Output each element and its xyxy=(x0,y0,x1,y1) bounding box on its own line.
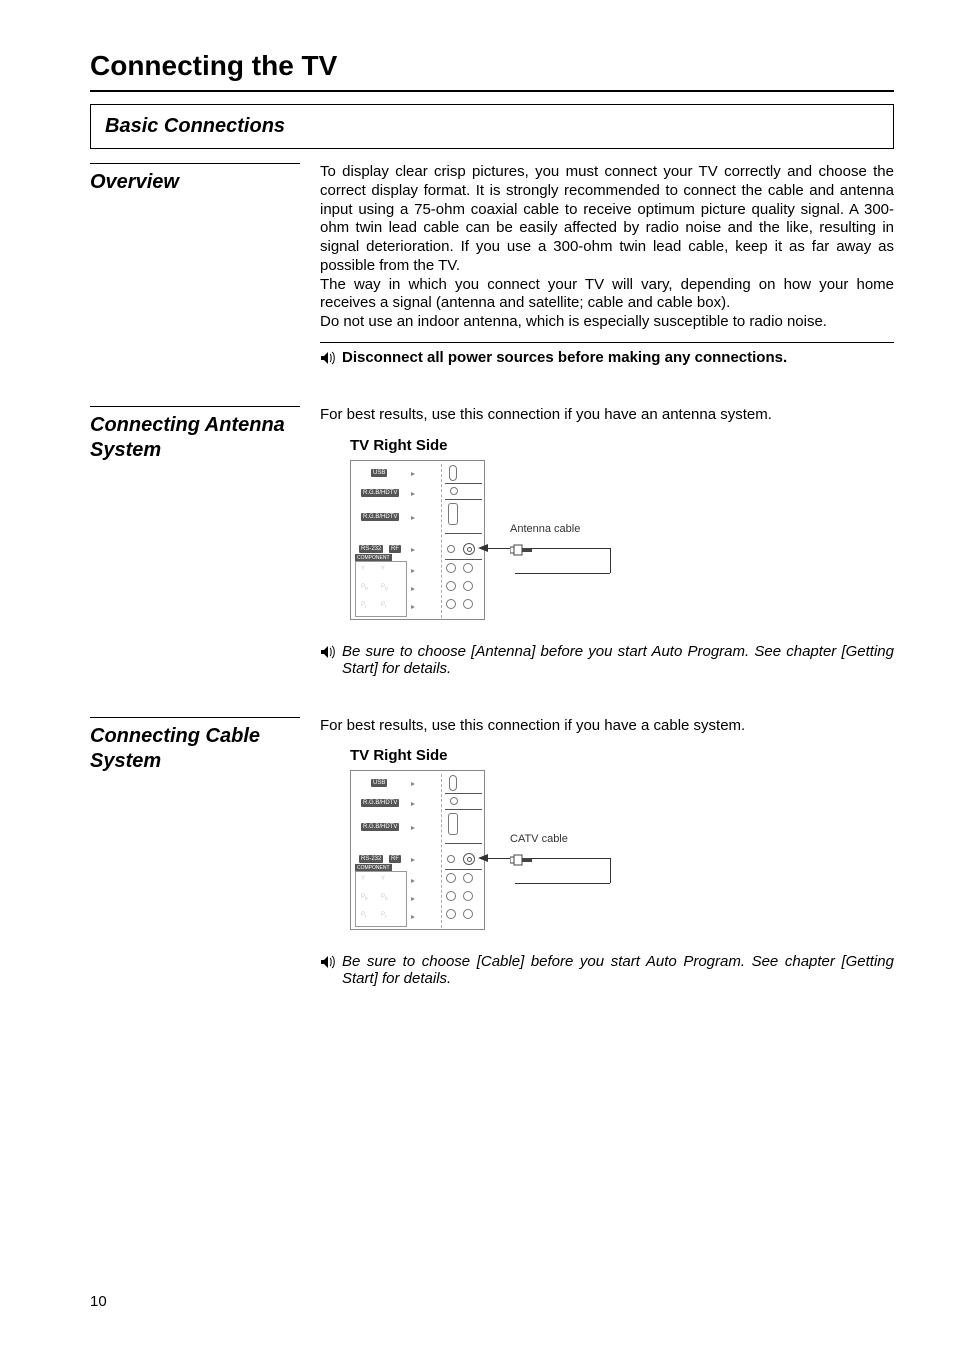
tv-side-panel: USB R.G.B/HDTV R.G.B/HDTV RS-232 RF COMP… xyxy=(350,460,485,620)
usb-port xyxy=(449,465,457,481)
mini-port-2 xyxy=(450,797,458,805)
antenna-intro: For best results, use this connection if… xyxy=(320,406,894,425)
comp2-pr2 xyxy=(463,909,473,919)
speaker-icon xyxy=(320,645,336,659)
overview-note-text: Disconnect all power sources before maki… xyxy=(342,349,787,366)
rf-port xyxy=(463,543,475,555)
usb-label: USB xyxy=(371,469,387,477)
cable-diagram-title: TV Right Side xyxy=(350,747,894,764)
page-title: Connecting the TV xyxy=(90,50,894,82)
comp2-y1 xyxy=(446,873,456,883)
rs232-label: RS-232 xyxy=(359,545,383,553)
comp-y2 xyxy=(463,563,473,573)
antenna-diagram: USB R.G.B/HDTV R.G.B/HDTV RS-232 RF COMP… xyxy=(350,460,670,625)
overview-heading: Overview xyxy=(90,170,300,195)
overview-block: Overview To display clear crisp pictures… xyxy=(90,163,894,366)
rgb1-label-2: R.G.B/HDTV xyxy=(361,799,399,807)
comp2-y2 xyxy=(463,873,473,883)
comp2-pr1 xyxy=(446,909,456,919)
dsub-port xyxy=(448,503,458,525)
antenna-note: Be sure to choose [Antenna] before you s… xyxy=(320,643,894,677)
comp2-pb1 xyxy=(446,891,456,901)
rs232-port xyxy=(447,545,455,553)
cable-rule xyxy=(90,717,300,718)
speaker-icon xyxy=(320,955,336,969)
dsub-port-2 xyxy=(448,813,458,835)
overview-bottom-rule xyxy=(320,342,894,343)
comp-pr2 xyxy=(463,599,473,609)
cable-note-text: Be sure to choose [Cable] before you sta… xyxy=(342,953,894,987)
cable-arrow-2 xyxy=(478,854,488,862)
overview-body: To display clear crisp pictures, you mus… xyxy=(320,163,894,332)
antenna-heading: Connecting Antenna System xyxy=(90,413,300,463)
basic-connections-box: Basic Connections xyxy=(90,104,894,149)
basic-connections-label: Basic Connections xyxy=(105,115,879,138)
cable-heading: Connecting Cable System xyxy=(90,724,300,774)
overview-rule xyxy=(90,163,300,164)
cable-intro: For best results, use this connection if… xyxy=(320,717,894,736)
page-number: 10 xyxy=(90,1293,107,1310)
cable-block: Connecting Cable System For best results… xyxy=(90,717,894,988)
comp-pb2 xyxy=(463,581,473,591)
overview-note: Disconnect all power sources before maki… xyxy=(320,349,894,366)
rs232-label-2: RS-232 xyxy=(359,855,383,863)
speaker-icon xyxy=(320,351,336,365)
comp-pr1 xyxy=(446,599,456,609)
comp-pb1 xyxy=(446,581,456,591)
antenna-block: Connecting Antenna System For best resul… xyxy=(90,406,894,677)
antenna-diagram-title: TV Right Side xyxy=(350,437,894,454)
cable-plug-2 xyxy=(510,853,528,863)
usb-port-2 xyxy=(449,775,457,791)
comp-y1 xyxy=(446,563,456,573)
mini-port-1 xyxy=(450,487,458,495)
rs232-port-2 xyxy=(447,855,455,863)
tv-side-panel-2: USB R.G.B/HDTV R.G.B/HDTV RS-232 RF COMP… xyxy=(350,770,485,930)
rgb1-label: R.G.B/HDTV xyxy=(361,489,399,497)
comp2-pb2 xyxy=(463,891,473,901)
antenna-note-text: Be sure to choose [Antenna] before you s… xyxy=(342,643,894,677)
rf-label: RF xyxy=(389,545,401,553)
rf-port-2 xyxy=(463,853,475,865)
cable-arrow xyxy=(478,544,488,552)
antenna-rule xyxy=(90,406,300,407)
catv-cable-label: CATV cable xyxy=(510,833,568,845)
cable-note: Be sure to choose [Cable] before you sta… xyxy=(320,953,894,987)
rf-label-2: RF xyxy=(389,855,401,863)
cable-diagram: USB R.G.B/HDTV R.G.B/HDTV RS-232 RF COMP… xyxy=(350,770,670,935)
title-rule xyxy=(90,90,894,92)
cable-plug xyxy=(510,543,528,553)
usb-label-2: USB xyxy=(371,779,387,787)
rgb2-label-2: R.G.B/HDTV xyxy=(361,823,399,831)
rgb2-label: R.G.B/HDTV xyxy=(361,513,399,521)
antenna-cable-label: Antenna cable xyxy=(510,523,580,535)
